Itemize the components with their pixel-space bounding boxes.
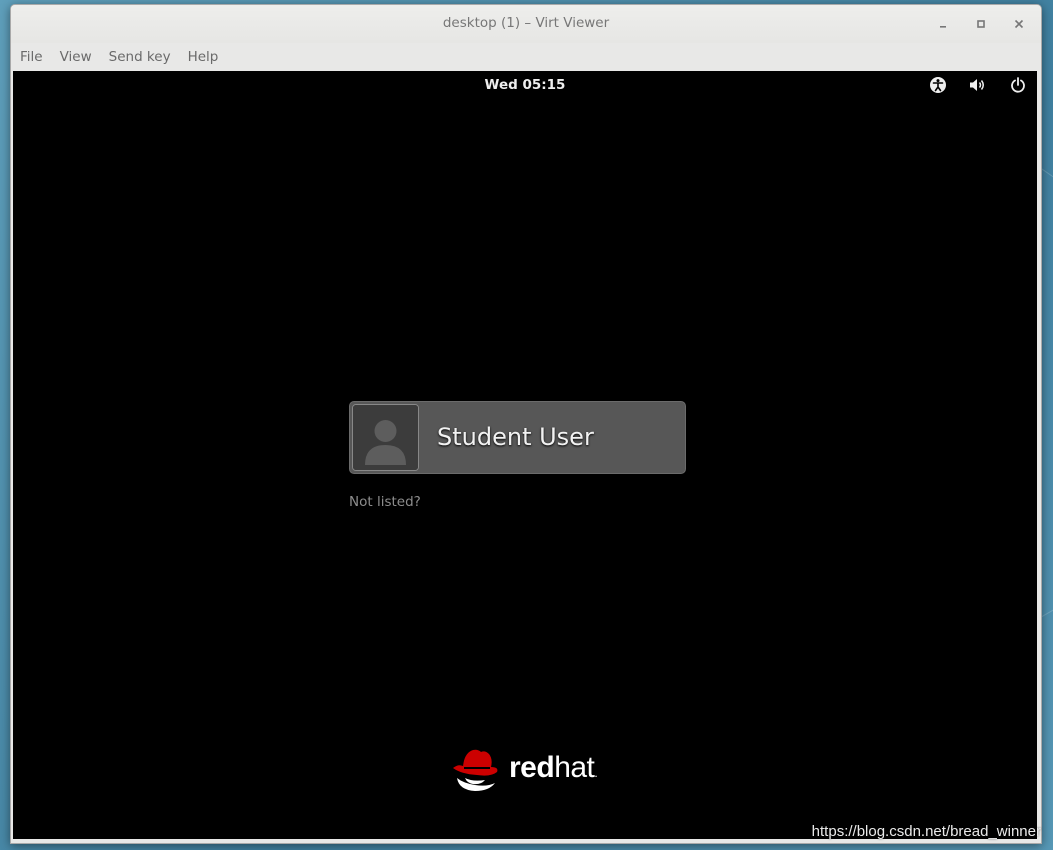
- redhat-wordmark: redhat.: [509, 751, 598, 784]
- redhat-brand: redhat.: [451, 745, 611, 795]
- close-button[interactable]: [1007, 13, 1031, 35]
- system-status-area: [927, 75, 1029, 95]
- menu-send-key[interactable]: Send key: [109, 49, 171, 65]
- minimize-button[interactable]: [931, 13, 955, 35]
- redhat-logo-icon: [453, 749, 498, 791]
- virt-viewer-window: desktop (1) – Virt Viewer File View Send…: [10, 4, 1042, 844]
- vm-display[interactable]: Wed 05:15 Student User Not listed? redha…: [13, 71, 1037, 839]
- user-name: Student User: [437, 423, 594, 451]
- window-title: desktop (1) – Virt Viewer: [442, 15, 610, 31]
- user-avatar-icon: [352, 404, 419, 471]
- accessibility-icon[interactable]: [927, 75, 949, 95]
- clock[interactable]: Wed 05:15: [13, 77, 1037, 93]
- minimize-icon: [940, 26, 946, 28]
- volume-icon[interactable]: [967, 75, 989, 95]
- menu-bar: File View Send key Help: [11, 43, 1041, 71]
- window-controls: [931, 13, 1031, 35]
- menu-help[interactable]: Help: [188, 49, 219, 65]
- close-icon: [1014, 19, 1024, 29]
- not-listed-link[interactable]: Not listed?: [349, 494, 421, 510]
- maximize-icon: [977, 20, 985, 28]
- title-bar[interactable]: desktop (1) – Virt Viewer: [11, 5, 1041, 43]
- menu-view[interactable]: View: [60, 49, 92, 65]
- watermark: https://blog.csdn.net/bread_winner: [811, 823, 1041, 840]
- user-list-item[interactable]: Student User: [349, 401, 686, 474]
- gnome-top-bar: Wed 05:15: [13, 71, 1037, 99]
- power-icon[interactable]: [1007, 75, 1029, 95]
- maximize-button[interactable]: [969, 13, 993, 35]
- menu-file[interactable]: File: [20, 49, 43, 65]
